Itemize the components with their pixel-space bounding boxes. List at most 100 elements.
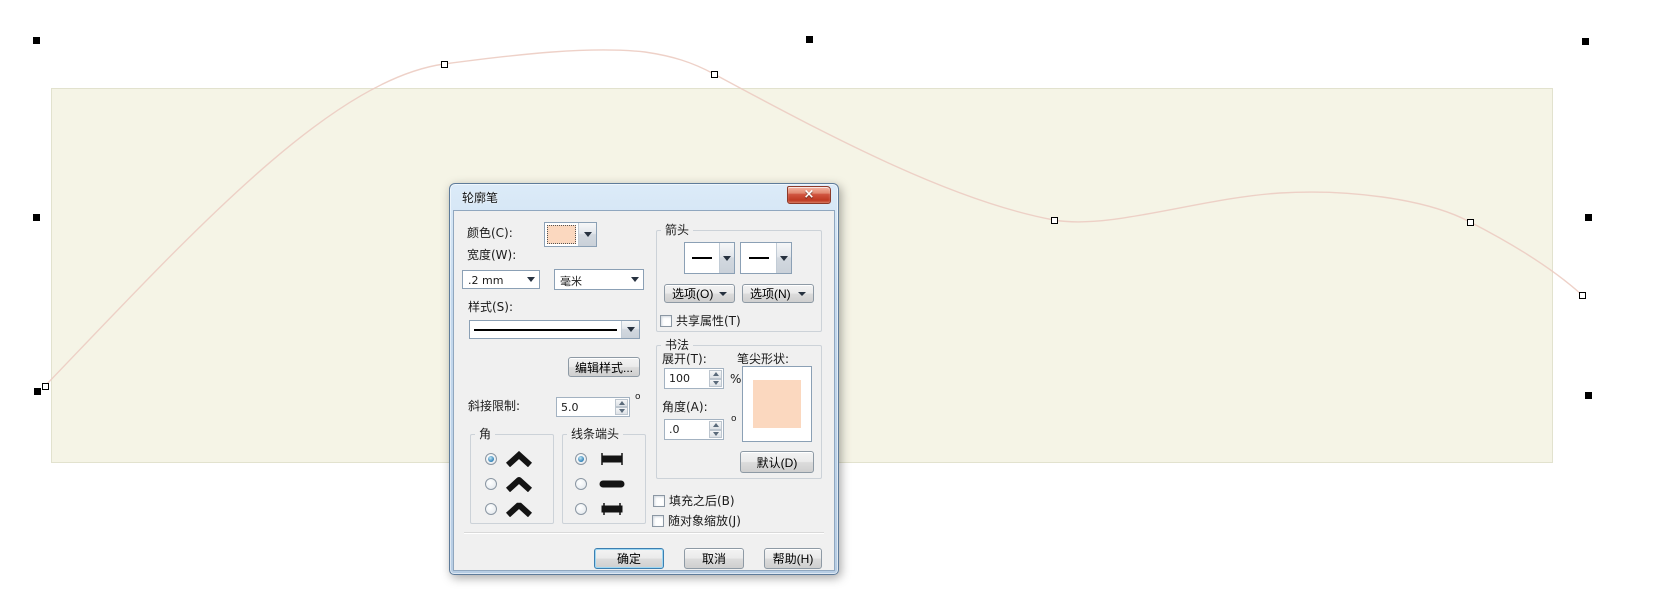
width-label: 宽度(W): xyxy=(467,248,517,262)
arrow-options-left-label: 选项(O) xyxy=(672,287,714,301)
corner-option-round[interactable] xyxy=(485,476,533,492)
edit-style-button[interactable]: 编辑样式... xyxy=(568,357,640,377)
chevron-down-icon xyxy=(798,291,806,296)
default-button[interactable]: 默认(D) xyxy=(740,451,814,473)
spin-down-button[interactable] xyxy=(709,429,722,438)
corner-group: 角 xyxy=(470,427,554,524)
dialog-title: 轮廓笔 xyxy=(462,190,499,205)
stretch-label: 展开(T): xyxy=(662,352,707,366)
help-button[interactable]: 帮助(H) xyxy=(764,548,822,569)
checkbox-icon[interactable] xyxy=(660,314,672,327)
radio-selected-icon[interactable] xyxy=(485,453,497,465)
nib-swatch xyxy=(753,380,801,428)
spin-up-button[interactable] xyxy=(615,399,628,407)
cap-option-butt[interactable] xyxy=(575,452,629,466)
cap-option-square[interactable] xyxy=(575,502,629,516)
app-canvas: 轮廓笔 × 颜色(C): 宽度(W): .2 mm 毫米 样式(S): 编辑样式… xyxy=(0,0,1661,616)
angle-label: 角度(A): xyxy=(662,400,708,414)
spin-down-button[interactable] xyxy=(709,378,722,387)
chevron-down-icon xyxy=(526,277,535,282)
dialog-body: 颜色(C): 宽度(W): .2 mm 毫米 样式(S): 编辑样式... 斜接… xyxy=(453,210,835,571)
chevron-down-icon xyxy=(583,232,592,237)
round-corner-icon xyxy=(505,477,533,492)
style-combo[interactable] xyxy=(469,320,640,339)
color-dropdown-button[interactable] xyxy=(578,223,596,246)
nib-shape-label: 笔尖形状: xyxy=(737,352,790,366)
corner-option-miter[interactable] xyxy=(485,451,533,467)
color-picker[interactable] xyxy=(544,222,597,247)
style-sample xyxy=(470,321,621,338)
triangle-down-icon xyxy=(618,409,625,413)
start-arrowhead-dropdown-button[interactable] xyxy=(719,243,734,273)
close-icon: × xyxy=(803,187,815,202)
chevron-down-icon xyxy=(719,291,727,296)
style-label: 样式(S): xyxy=(468,300,514,314)
chevron-down-icon xyxy=(630,277,639,282)
end-arrowhead-picker[interactable] xyxy=(740,242,792,274)
nib-shape-preview[interactable] xyxy=(742,366,812,442)
selection-handle[interactable] xyxy=(1585,392,1592,399)
selection-handle[interactable] xyxy=(1582,38,1589,45)
checkbox-icon[interactable] xyxy=(653,494,665,507)
selection-handle[interactable] xyxy=(34,388,41,395)
radio-icon[interactable] xyxy=(485,503,497,515)
share-attributes-checkbox[interactable]: 共享属性(T) xyxy=(660,312,741,329)
line-cap-group: 线条端头 xyxy=(562,427,646,524)
width-value[interactable]: .2 mm xyxy=(463,271,522,288)
curve-node[interactable] xyxy=(1467,219,1474,226)
arrow-options-left-button[interactable]: 选项(O) xyxy=(664,284,735,303)
selection-handle[interactable] xyxy=(33,37,40,44)
end-arrowhead-dropdown-button[interactable] xyxy=(776,243,791,273)
cap-option-round[interactable] xyxy=(575,477,629,491)
start-arrowhead-picker[interactable] xyxy=(684,242,735,274)
outline-pen-dialog: 轮廓笔 × 颜色(C): 宽度(W): .2 mm 毫米 样式(S): 编辑样式… xyxy=(449,183,839,575)
unit-value[interactable]: 毫米 xyxy=(555,270,626,289)
selection-handle[interactable] xyxy=(1585,214,1592,221)
chevron-down-icon xyxy=(626,327,635,332)
style-dropdown-button[interactable] xyxy=(621,321,639,338)
arrow-options-right-label: 选项(N) xyxy=(750,287,791,301)
selection-handle[interactable] xyxy=(33,214,40,221)
square-cap-icon xyxy=(601,503,623,515)
ok-button[interactable]: 确定 xyxy=(594,548,664,569)
no-arrowhead-sample xyxy=(692,257,712,259)
radio-icon[interactable] xyxy=(485,478,497,490)
close-button[interactable]: × xyxy=(787,186,831,204)
miter-limit-spinner[interactable]: 5.0 xyxy=(556,397,630,417)
radio-icon[interactable] xyxy=(575,503,587,515)
checkbox-icon[interactable] xyxy=(652,514,664,527)
unit-dropdown-button[interactable] xyxy=(626,270,643,289)
radio-selected-icon[interactable] xyxy=(575,453,587,465)
footer-divider xyxy=(464,532,824,533)
stretch-spinner[interactable]: 100 xyxy=(664,368,724,389)
scale-with-object-checkbox[interactable]: 随对象缩放(J) xyxy=(652,512,741,529)
width-combo[interactable]: .2 mm xyxy=(462,270,540,289)
chevron-down-icon xyxy=(723,255,731,261)
spin-up-button[interactable] xyxy=(709,370,722,379)
butt-cap-icon xyxy=(601,453,623,465)
arrow-options-right-button[interactable]: 选项(N) xyxy=(742,284,814,303)
angle-spinner[interactable]: .0 xyxy=(664,419,724,440)
triangle-down-icon xyxy=(712,431,719,436)
scale-with-object-label: 随对象缩放(J) xyxy=(668,514,741,528)
bevel-corner-icon xyxy=(505,502,533,517)
behind-fill-checkbox[interactable]: 填充之后(B) xyxy=(653,492,735,509)
chevron-down-icon xyxy=(780,255,788,261)
spin-up-button[interactable] xyxy=(709,421,722,430)
calligraphy-group-label: 书法 xyxy=(661,338,694,352)
curve-node[interactable] xyxy=(441,61,448,68)
curve-node[interactable] xyxy=(1051,217,1058,224)
dialog-titlebar[interactable]: 轮廓笔 xyxy=(450,184,838,210)
cancel-button[interactable]: 取消 xyxy=(684,548,744,569)
solid-line-sample xyxy=(474,328,617,331)
spin-down-button[interactable] xyxy=(615,407,628,415)
radio-icon[interactable] xyxy=(575,478,587,490)
width-dropdown-button[interactable] xyxy=(522,271,539,288)
selection-handle[interactable] xyxy=(806,36,813,43)
unit-combo[interactable]: 毫米 xyxy=(554,269,644,290)
share-attributes-label: 共享属性(T) xyxy=(676,314,741,328)
curve-node[interactable] xyxy=(42,383,49,390)
curve-node[interactable] xyxy=(1579,292,1586,299)
curve-node[interactable] xyxy=(711,71,718,78)
corner-option-bevel[interactable] xyxy=(485,501,533,517)
